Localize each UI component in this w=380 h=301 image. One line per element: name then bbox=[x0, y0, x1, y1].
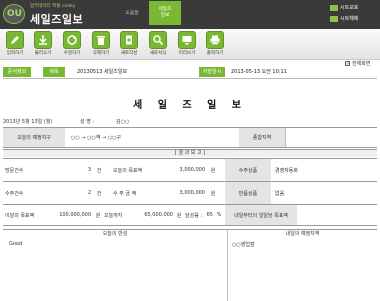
sheet-protect-label: 시트보호 bbox=[340, 5, 359, 11]
order-count-label: 수주건수 bbox=[5, 190, 24, 197]
search-icon bbox=[149, 31, 167, 49]
app-header: OU 업무데이터 엑셀 codey 세일즈일보 도움말 세일즈 일보 시트보호 … bbox=[0, 0, 380, 29]
new-form-label: 새로서식 bbox=[149, 51, 167, 56]
visit-count-value[interactable]: 3 bbox=[45, 159, 93, 181]
total-region-label: 종합지역 bbox=[239, 128, 285, 147]
doc-info-label: 문서정보 bbox=[3, 67, 31, 77]
delete-button[interactable]: 삭제하기 bbox=[89, 31, 113, 59]
tomorrow-plan-label: 내일의 예정지역 bbox=[285, 231, 320, 237]
input-button[interactable]: 입력하기 bbox=[3, 31, 27, 59]
today-region-row: 오늘의 예정지구 ○○ → ○○역 → ○○구 종합지역 bbox=[3, 127, 377, 148]
cumulative-value[interactable]: 65,000,000 bbox=[131, 205, 175, 225]
won-unit: 원 bbox=[210, 167, 216, 174]
load-button[interactable]: 불러오기 bbox=[31, 31, 55, 59]
won-unit: 원 bbox=[95, 212, 101, 219]
refresh-icon bbox=[63, 31, 81, 49]
order-amount-value[interactable]: 3,000,000 bbox=[159, 182, 207, 204]
achieve-value: 65 bbox=[206, 212, 213, 218]
monthly-row: 이달의 목표액 100,000,000 원 오늘까지 65,000,000 원 … bbox=[3, 204, 377, 226]
sheet-icon bbox=[330, 15, 338, 22]
delete-label: 삭제하기 bbox=[92, 51, 110, 56]
new-form-button[interactable]: 새로서식 bbox=[146, 31, 170, 59]
return-product-label: 반품상품 bbox=[225, 182, 271, 204]
review-section: 오늘의 반성 내일의 예정지역 Good ○○영업점 bbox=[3, 229, 377, 301]
report-title: 세 일 즈 일 보 bbox=[133, 100, 247, 111]
won-unit: 원 bbox=[210, 190, 216, 197]
printer-icon bbox=[206, 31, 224, 49]
visit-row: 방문건수 3 건 오늘의 목표액 3,000,000 원 수주상품 경영자동화 bbox=[3, 158, 377, 181]
today-review-label: 오늘의 반성 bbox=[102, 231, 128, 237]
edit-button[interactable]: 수정하기 bbox=[60, 31, 84, 59]
logo: OU bbox=[3, 4, 25, 24]
today-region-value[interactable]: ○○ → ○○역 → ○○구 bbox=[71, 128, 201, 147]
achieve-unit: % bbox=[216, 212, 222, 218]
fullscreen-checkbox[interactable]: ✓ bbox=[345, 61, 350, 67]
month-target-value[interactable]: 100,000,000 bbox=[33, 205, 93, 225]
divider bbox=[227, 230, 228, 301]
today-region-label: 오늘의 예정지구 bbox=[3, 128, 65, 147]
logo-subtitle: 업무데이터 엑셀 codey bbox=[30, 4, 76, 9]
print-button[interactable]: 출력하기 bbox=[203, 31, 227, 59]
saved-value: 2013-05-13 오전 10:11 bbox=[231, 69, 287, 75]
new-document-icon bbox=[120, 31, 138, 49]
logo-glyph: OU bbox=[7, 9, 22, 19]
order-count-unit: 건 bbox=[96, 190, 102, 197]
today-review-value[interactable]: Good bbox=[9, 241, 22, 247]
won-unit: 원 bbox=[176, 212, 182, 219]
author-label: 성 명 : bbox=[80, 119, 95, 125]
from-tomorrow-label: 내일부터의 일일당 목표액 bbox=[225, 205, 297, 225]
tomorrow-plan-value[interactable]: ○○영업점 bbox=[232, 241, 255, 248]
achieve-label: 달성률 : bbox=[185, 212, 203, 219]
order-amount-label: 수 주 금 액 bbox=[113, 190, 137, 197]
preview-label: 미리보기 bbox=[178, 51, 196, 56]
edit-label: 수정하기 bbox=[63, 51, 81, 56]
author-value[interactable]: 김○○ bbox=[116, 118, 129, 125]
order-product-label: 수주상품 bbox=[225, 159, 271, 181]
report-date: 2013년 5월 13일 (월) bbox=[3, 119, 53, 125]
document-info-row: 문서정보 제목 20130513 세일즈일보 저장일시 2013-05-13 오… bbox=[3, 67, 377, 77]
order-row: 수주건수 2 건 수 주 금 액 3,000,000 원 반품상품 없음 bbox=[3, 181, 377, 204]
result-header: [ 결 과 보 고 ] bbox=[3, 149, 377, 157]
order-count-value[interactable]: 2 bbox=[45, 182, 93, 204]
preview-button[interactable]: 미리보기 bbox=[175, 31, 199, 59]
input-label: 입력하기 bbox=[6, 51, 24, 56]
visit-count-unit: 건 bbox=[96, 167, 102, 174]
app-title: 세일즈일보 bbox=[30, 13, 84, 26]
visit-count-label: 방문건수 bbox=[5, 167, 24, 174]
import-icon bbox=[34, 31, 52, 49]
divider bbox=[3, 78, 377, 79]
saved-label: 저장일시 bbox=[199, 67, 225, 77]
today-target-value[interactable]: 3,000,000 bbox=[159, 159, 207, 181]
new-button[interactable]: 새로작성 bbox=[117, 31, 141, 59]
load-label: 불러오기 bbox=[34, 51, 52, 56]
return-product-value[interactable]: 없음 bbox=[275, 182, 365, 204]
fullscreen-toggle[interactable]: ✓ 전체화면 bbox=[345, 60, 370, 67]
pencil-icon bbox=[6, 31, 24, 49]
cumulative-label: 오늘까지 bbox=[104, 212, 123, 219]
toolbar: 입력하기 불러오기 수정하기 삭제하기 새로작성 새로서식 미리보기 출력하기 … bbox=[0, 29, 380, 67]
monitor-icon bbox=[178, 31, 196, 49]
divider bbox=[285, 128, 286, 147]
sheet-icon bbox=[330, 4, 338, 11]
title-label: 제목 bbox=[43, 67, 65, 77]
new-label: 새로작성 bbox=[120, 51, 138, 56]
tab-help[interactable]: 도움말 bbox=[113, 5, 151, 23]
fullscreen-label: 전체화면 bbox=[352, 61, 371, 67]
order-product-value[interactable]: 경영자동화 bbox=[275, 159, 365, 181]
sheet-unprotect-label: 시트해제 bbox=[340, 16, 359, 22]
sheet-protect-button[interactable]: 시트보호 bbox=[330, 3, 380, 12]
today-target-label: 오늘의 목표액 bbox=[113, 167, 143, 174]
tab-sales-report[interactable]: 세일즈 일보 bbox=[149, 1, 181, 25]
trash-icon bbox=[92, 31, 110, 49]
print-label: 출력하기 bbox=[206, 51, 224, 56]
sheet-unprotect-button[interactable]: 시트해제 bbox=[330, 14, 380, 23]
title-value[interactable]: 20130513 세일즈일보 bbox=[77, 67, 127, 77]
